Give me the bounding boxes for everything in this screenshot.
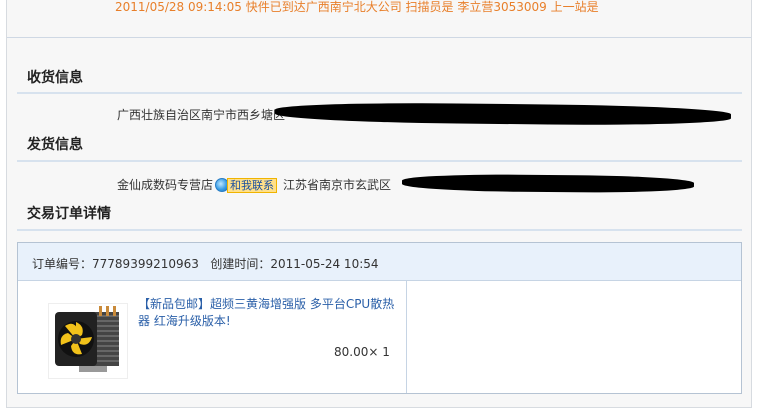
- product-price-quantity: 80.00× 1: [334, 345, 390, 359]
- sender-address-text: 江苏省南京市玄武区: [283, 178, 392, 192]
- contact-seller-label: 和我联系: [227, 177, 278, 193]
- order-detail-panel: 2011/05/28 09:14:05 快件已到达广西南宁北大公司 扫描员是 李…: [6, 0, 752, 408]
- redaction-mark: [401, 173, 695, 194]
- created-time-label: 创建时间：: [210, 257, 271, 271]
- receiver-section-title: 收货信息: [27, 70, 83, 86]
- sender-shop-name[interactable]: 金仙成数码专营店: [117, 177, 213, 193]
- product-price: 80.00: [334, 345, 369, 359]
- redaction-mark: [274, 101, 732, 127]
- section-divider: [17, 160, 742, 162]
- receiver-address: 广西壮族自治区南宁市西乡塘区: [117, 107, 285, 123]
- order-meta: 订单编号：77789399210963 创建时间：2011-05-24 10:5…: [32, 255, 379, 272]
- order-header: 订单编号：77789399210963 创建时间：2011-05-24 10:5…: [18, 243, 741, 281]
- contact-seller-button[interactable]: 和我联系: [215, 177, 278, 193]
- sender-info: 金仙成数码专营店 和我联系 江苏省南京市玄武区: [117, 177, 391, 193]
- sender-section-title: 发货信息: [27, 137, 83, 153]
- section-divider: [17, 92, 742, 94]
- order-section-title: 交易订单详情: [27, 206, 111, 222]
- product-title-link[interactable]: 【新品包邮】超频三黄海增强版 多平台CPU散热器 红海升级版本!: [138, 296, 398, 330]
- order-number-label: 订单编号：: [32, 257, 93, 271]
- order-number: 77789399210963: [92, 257, 199, 271]
- order-table: 订单编号：77789399210963 创建时间：2011-05-24 10:5…: [17, 242, 742, 394]
- product-thumbnail[interactable]: [48, 303, 128, 379]
- page-scroll-area[interactable]: [760, 0, 775, 411]
- divider: [7, 37, 751, 38]
- product-quantity: × 1: [368, 345, 390, 359]
- receiver-address-text: 广西壮族自治区南宁市西乡塘区: [117, 108, 286, 122]
- column-divider: [406, 281, 407, 393]
- section-divider: [17, 229, 742, 231]
- logistics-latest-status: 2011/05/28 09:14:05 快件已到达广西南宁北大公司 扫描员是 李…: [115, 0, 599, 14]
- cpu-cooler-thumbnail: [55, 306, 119, 372]
- created-time: 2011-05-24 10:54: [270, 257, 379, 271]
